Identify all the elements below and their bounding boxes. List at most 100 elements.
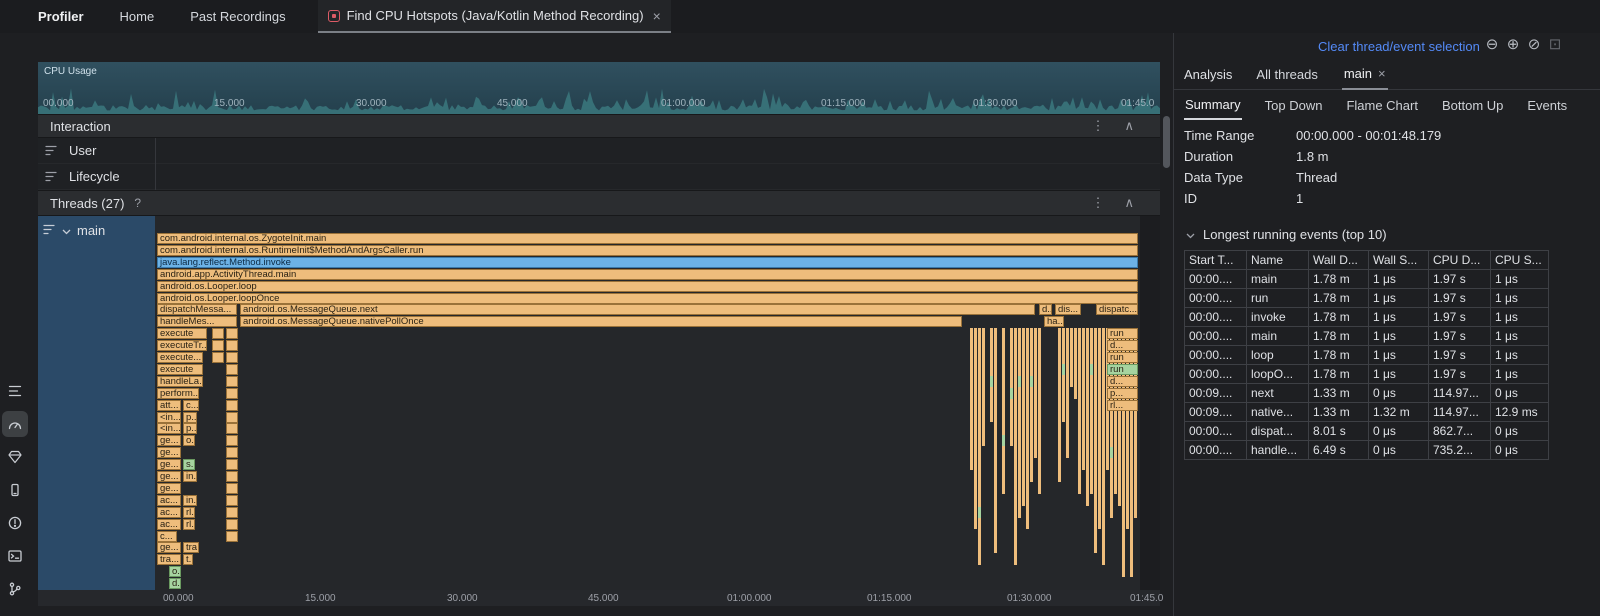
flame-bar[interactable]: [226, 423, 238, 434]
flame-spike[interactable]: [978, 328, 981, 565]
flame-bar[interactable]: run: [1107, 328, 1138, 339]
flame-spike[interactable]: [1098, 328, 1101, 529]
events-table-row[interactable]: 00:00....run1.78 m1 μs1.97 s1 μs: [1185, 289, 1549, 308]
profiler-icon[interactable]: [2, 411, 28, 437]
flame-bar[interactable]: tra...: [183, 542, 199, 553]
events-table-row[interactable]: 00:00....main1.78 m1 μs1.97 s1 μs: [1185, 270, 1549, 289]
interaction-row-lifecycle[interactable]: Lifecycle: [38, 164, 1160, 190]
flame-spike[interactable]: [970, 328, 973, 470]
todo-icon[interactable]: [2, 378, 28, 404]
collapse-icon[interactable]: ∧: [1124, 118, 1134, 134]
vertical-scrollbar[interactable]: [1163, 116, 1170, 168]
device-manager-icon[interactable]: [2, 477, 28, 503]
flame-bar[interactable]: execute...: [157, 352, 203, 363]
flame-bar[interactable]: t...: [183, 554, 193, 565]
flame-spike[interactable]: [1038, 328, 1041, 494]
flame-bar[interactable]: [226, 483, 238, 494]
close-icon[interactable]: ×: [653, 8, 661, 24]
close-icon[interactable]: ×: [1378, 66, 1386, 81]
flame-spike[interactable]: [1074, 328, 1077, 398]
flame-bar[interactable]: com.android.internal.os.ZygoteInit.main: [157, 233, 1138, 244]
flame-bar[interactable]: [226, 388, 238, 399]
events-table-row[interactable]: 00:09....native...1.33 m1.32 m114.97...1…: [1185, 403, 1549, 422]
app-insights-icon[interactable]: [2, 444, 28, 470]
flame-bar[interactable]: [226, 507, 238, 518]
flame-bar[interactable]: p...: [183, 423, 197, 434]
flame-bar[interactable]: [212, 352, 224, 363]
flame-spike[interactable]: [1010, 328, 1013, 446]
flame-bar[interactable]: execute: [157, 364, 203, 375]
longest-events-header[interactable]: Longest running events (top 10): [1186, 227, 1387, 242]
flame-spike[interactable]: [1090, 328, 1093, 494]
flame-spike[interactable]: [1018, 328, 1021, 517]
flame-spike[interactable]: [1062, 328, 1065, 422]
subtab-top-down[interactable]: Top Down: [1264, 90, 1324, 120]
flame-bar[interactable]: com.android.internal.os.RuntimeInit$Meth…: [157, 245, 1138, 256]
longest-events-table[interactable]: Start T...NameWall D...Wall S...CPU D...…: [1184, 250, 1549, 460]
flame-bar[interactable]: android.os.MessageQueue.nativePollOnce: [240, 316, 962, 327]
events-column-header[interactable]: CPU S...: [1491, 251, 1549, 270]
flame-bar[interactable]: perform...: [157, 388, 199, 399]
events-table-row[interactable]: 00:00....main1.78 m1 μs1.97 s1 μs: [1185, 327, 1549, 346]
flame-bar[interactable]: executeTr...: [157, 340, 207, 351]
events-column-header[interactable]: Wall S...: [1369, 251, 1429, 270]
flame-bar[interactable]: ac...: [157, 507, 181, 518]
flame-bar[interactable]: ac...: [157, 495, 181, 506]
more-options-icon[interactable]: ⋮: [1091, 118, 1104, 134]
flame-spike[interactable]: [1034, 328, 1037, 458]
flame-bar[interactable]: rl...: [183, 519, 195, 530]
flame-bar[interactable]: <in...: [157, 412, 181, 423]
flame-bar[interactable]: [226, 495, 238, 506]
flame-bar[interactable]: java.lang.reflect.Method.invoke: [157, 257, 1138, 268]
flame-bar[interactable]: ge...: [157, 471, 181, 482]
flame-spike[interactable]: [990, 328, 993, 422]
flame-bar[interactable]: run: [1107, 364, 1138, 375]
threads-section-header[interactable]: Threads (27) ? ⋮ ∧: [38, 190, 1160, 216]
flame-bar[interactable]: [212, 340, 224, 351]
flame-bar[interactable]: android.os.Looper.loop: [157, 281, 1138, 292]
flame-spike[interactable]: [1102, 328, 1105, 565]
flame-spike[interactable]: [1058, 328, 1061, 482]
thread-flame-chart[interactable]: com.android.internal.os.ZygoteInit.mainc…: [155, 216, 1160, 590]
flame-bar[interactable]: rl...: [1107, 400, 1138, 411]
flame-bar[interactable]: c...: [157, 531, 177, 542]
flame-bar[interactable]: execute: [157, 328, 207, 339]
flame-bar[interactable]: [212, 328, 224, 339]
flame-bar[interactable]: [226, 328, 238, 339]
flame-bar[interactable]: <in...: [157, 423, 181, 434]
flame-spike[interactable]: [1070, 328, 1073, 387]
flame-bar[interactable]: [226, 340, 238, 351]
flame-bar[interactable]: dispatc...: [1096, 304, 1138, 315]
flame-spike[interactable]: [1026, 328, 1029, 529]
flame-spike[interactable]: [982, 328, 985, 446]
flame-bar[interactable]: [226, 435, 238, 446]
tab-find-cpu-hotspots[interactable]: Find CPU Hotspots (Java/Kotlin Method Re…: [318, 0, 671, 33]
flame-bar[interactable]: ge...: [157, 447, 181, 458]
flame-bar[interactable]: [226, 412, 238, 423]
flame-bar[interactable]: o...: [169, 566, 181, 577]
events-table-row[interactable]: 00:00....loop1.78 m1 μs1.97 s1 μs: [1185, 346, 1549, 365]
flame-spike[interactable]: [1002, 328, 1005, 494]
events-column-header[interactable]: CPU D...: [1429, 251, 1491, 270]
version-control-icon[interactable]: [2, 576, 28, 602]
flame-bar[interactable]: ha...: [1044, 316, 1064, 327]
flame-bar[interactable]: android.os.MessageQueue.next: [240, 304, 1035, 315]
flame-bar[interactable]: android.app.ActivityThread.main: [157, 269, 1138, 280]
subtab-summary[interactable]: Summary: [1184, 90, 1242, 120]
events-table-row[interactable]: 00:00....loopO...1.78 m1 μs1.97 s1 μs: [1185, 365, 1549, 384]
flame-bar[interactable]: att...: [157, 400, 181, 411]
flame-bar[interactable]: handleMes...: [157, 316, 237, 327]
flame-bar[interactable]: [226, 531, 238, 542]
flame-bar[interactable]: handleLa...: [157, 376, 203, 387]
events-column-header[interactable]: Start T...: [1185, 251, 1247, 270]
flame-bar[interactable]: [226, 400, 238, 411]
flame-bar[interactable]: p...: [1107, 388, 1138, 399]
flame-spike[interactable]: [994, 328, 997, 553]
flame-spike[interactable]: [1022, 328, 1025, 506]
flame-bar[interactable]: d...: [1107, 376, 1138, 387]
flame-spike[interactable]: [1078, 328, 1081, 494]
flame-bar[interactable]: [226, 447, 238, 458]
flame-bar[interactable]: [226, 519, 238, 530]
flame-bar[interactable]: rl...: [183, 507, 195, 518]
flame-bar[interactable]: in...: [183, 471, 197, 482]
